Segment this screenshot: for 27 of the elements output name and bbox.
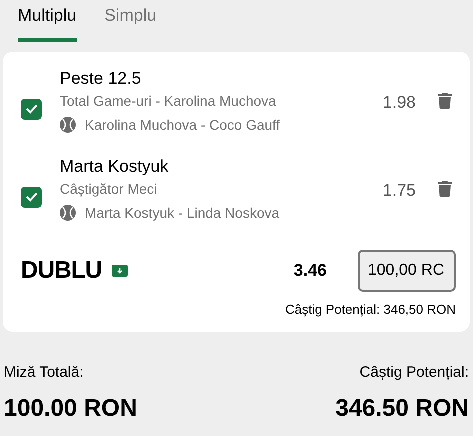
total-odds: 3.46 <box>294 260 327 282</box>
total-stake-value: 100.00 RON <box>4 394 138 424</box>
event-name: Karolina Muchova - Coco Gauff <box>85 116 280 134</box>
bet-type: DUBLU <box>21 256 102 286</box>
odds: 1.75 <box>382 180 416 202</box>
tab[interactable]: Simplu <box>104 0 157 42</box>
potential-win-value: 346.50 RON <box>336 394 469 424</box>
total-stake-label: Miză Totală: <box>4 362 85 382</box>
selection-title: Marta Kostyuk <box>60 156 170 178</box>
tab[interactable]: Multiplu <box>18 0 77 42</box>
tennis-ball-icon <box>60 205 76 221</box>
potential-win: Câștig Potențial: 346,50 RON <box>285 301 456 319</box>
tennis-ball-icon <box>60 117 76 133</box>
selection-title: Peste 12.5 <box>60 68 142 90</box>
odds: 1.98 <box>382 92 416 114</box>
stake-input[interactable]: 100,00 RC <box>358 250 456 292</box>
market-name: Total Game-uri - Karolina Muchova <box>60 92 278 111</box>
trash-icon[interactable] <box>438 93 452 109</box>
checkbox[interactable] <box>21 98 42 120</box>
check-icon <box>26 104 38 114</box>
event-name: Marta Kostyuk - Linda Noskova <box>85 204 280 222</box>
checkbox[interactable] <box>21 186 42 208</box>
market-name: Câștigător Meci <box>60 180 158 199</box>
potential-win-label: Câștig Potențial: <box>360 362 469 382</box>
ticket-icon <box>112 265 128 277</box>
check-icon <box>26 192 38 202</box>
trash-icon[interactable] <box>438 181 452 197</box>
